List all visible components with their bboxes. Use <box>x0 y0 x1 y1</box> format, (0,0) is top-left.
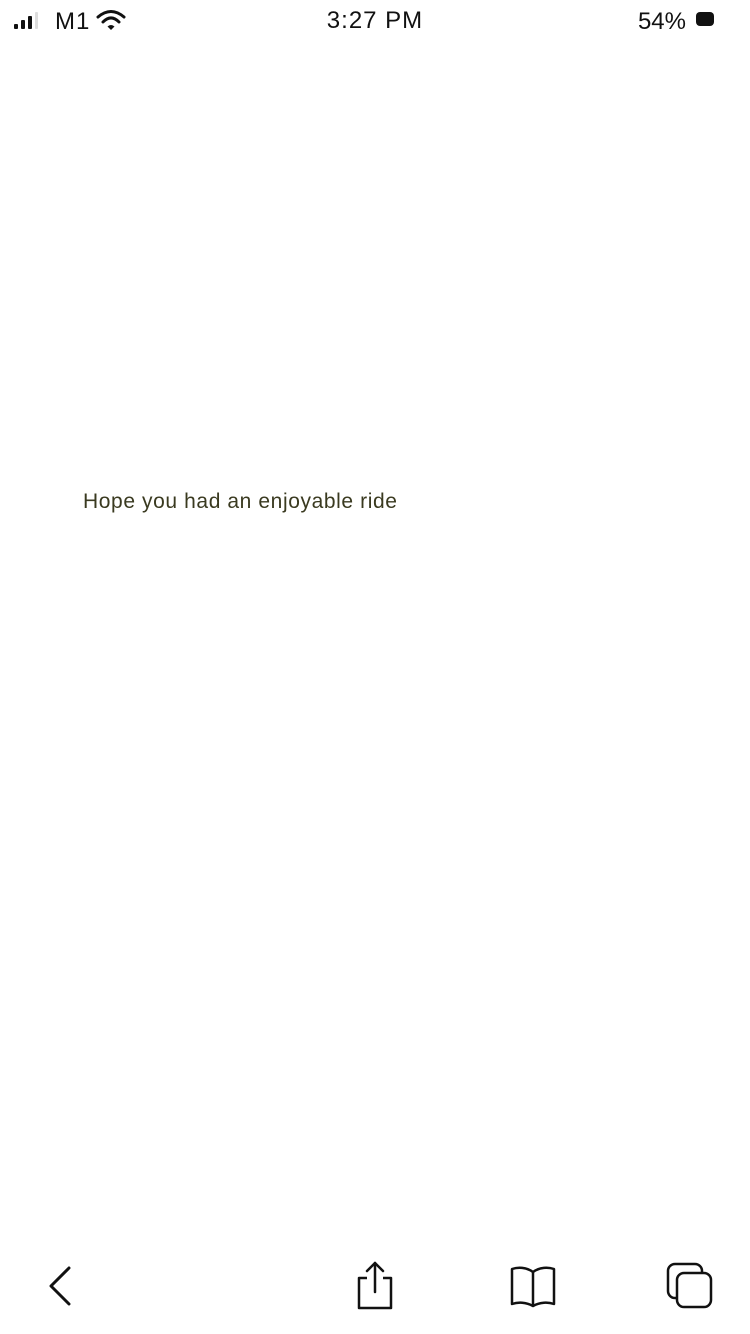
status-bar: M1 3:27 PM 54% <box>0 0 750 40</box>
tabs-icon <box>666 1262 713 1309</box>
battery-icon <box>696 12 714 26</box>
tabs-button[interactable] <box>662 1256 718 1316</box>
battery-percent: 54% <box>637 8 686 35</box>
ride-message: Hope you had an enjoyable ride <box>83 490 398 513</box>
back-icon <box>49 1266 71 1306</box>
back-button[interactable] <box>32 1256 88 1316</box>
bookmarks-button[interactable] <box>505 1256 561 1316</box>
bookmarks-icon <box>510 1266 556 1308</box>
browser-toolbar <box>0 1244 750 1334</box>
share-button[interactable] <box>347 1256 403 1316</box>
share-icon <box>357 1261 393 1310</box>
browser-page: M1 3:27 PM 54% Hope you had an enjoyable… <box>0 0 750 1334</box>
